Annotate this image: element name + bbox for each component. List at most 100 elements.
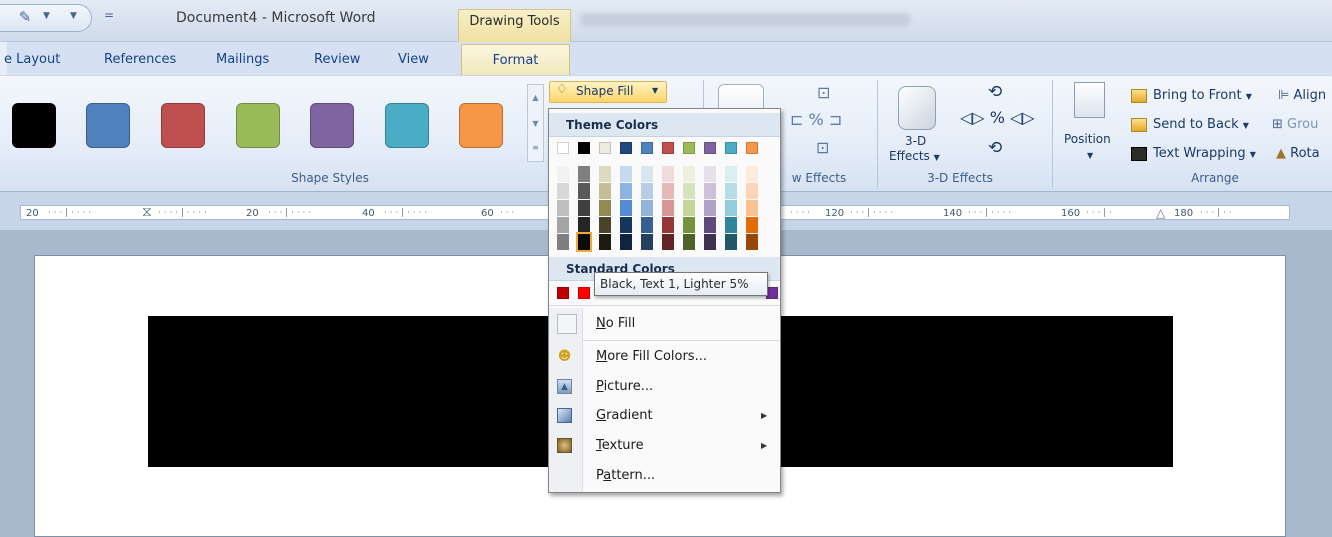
theme-shade-cell[interactable] [641, 217, 653, 233]
theme-shade-cell[interactable] [746, 217, 758, 233]
theme-shade-cell[interactable] [662, 166, 674, 182]
3d-effects-icon[interactable] [898, 86, 936, 130]
theme-shade-cell[interactable] [578, 217, 590, 233]
theme-color-cell[interactable] [641, 142, 653, 154]
tab-references[interactable]: References [104, 52, 176, 67]
theme-shade-cell[interactable] [746, 166, 758, 182]
theme-color-cell[interactable] [620, 142, 632, 154]
shape-style-swatch[interactable] [310, 103, 354, 148]
gallery-up-icon[interactable]: ▲ [528, 85, 543, 111]
tilt-down-icon[interactable]: ⟲ [988, 138, 1002, 158]
pattern-menu-item[interactable]: Pattern... [596, 468, 655, 483]
tab-page-layout[interactable]: e Layout [4, 52, 60, 67]
theme-shade-cell[interactable] [662, 217, 674, 233]
gallery-more-icon[interactable]: ≡ [528, 135, 543, 161]
theme-shade-cell[interactable] [576, 232, 592, 252]
theme-shade-cell[interactable] [725, 183, 737, 199]
theme-shade-cell[interactable] [620, 183, 632, 199]
theme-shade-cell[interactable] [641, 234, 653, 250]
3d-effects-button-label[interactable]: Effects ▼ [889, 149, 940, 163]
theme-shade-cell[interactable] [557, 234, 569, 250]
theme-shade-cell[interactable] [725, 166, 737, 182]
picture-menu-item[interactable]: Picture... [596, 379, 653, 394]
gradient-menu-item[interactable]: Gradient [596, 408, 653, 423]
theme-shade-cell[interactable] [683, 166, 695, 182]
theme-shade-cell[interactable] [620, 166, 632, 182]
theme-shade-cell[interactable] [599, 234, 611, 250]
theme-shade-cell[interactable] [557, 217, 569, 233]
theme-shade-cell[interactable] [704, 183, 716, 199]
theme-shade-cell[interactable] [746, 200, 758, 216]
bring-to-front-button[interactable]: Bring to Front ▼ [1153, 88, 1252, 103]
theme-shade-cell[interactable] [683, 200, 695, 216]
theme-shade-cell[interactable] [683, 234, 695, 250]
shape-style-swatch[interactable] [86, 103, 130, 148]
indent-marker-icon[interactable]: ⧖ [142, 204, 152, 220]
standard-color-cell[interactable] [557, 287, 569, 299]
theme-shade-cell[interactable] [578, 166, 590, 182]
tab-review[interactable]: Review [314, 52, 360, 67]
texture-menu-item[interactable]: Texture [596, 438, 644, 453]
tab-format[interactable]: Format [461, 44, 570, 77]
theme-shade-cell[interactable] [725, 200, 737, 216]
theme-shade-cell[interactable] [704, 166, 716, 182]
chevron-down-icon[interactable]: ▼ [70, 11, 77, 21]
theme-color-cell[interactable] [599, 142, 611, 154]
theme-shade-cell[interactable] [746, 234, 758, 250]
no-fill-menu-item[interactable]: No Fill [596, 316, 635, 331]
theme-color-cell[interactable] [683, 142, 695, 154]
chevron-down-icon[interactable]: ▼ [43, 11, 50, 21]
theme-shade-cell[interactable] [704, 200, 716, 216]
tab-mailings[interactable]: Mailings [216, 52, 269, 67]
right-indent-icon[interactable]: △ [1156, 206, 1165, 220]
theme-shade-cell[interactable] [578, 200, 590, 216]
theme-shade-cell[interactable] [641, 166, 653, 182]
tilt-up-icon[interactable]: ⟲ [988, 82, 1002, 102]
send-to-back-button[interactable]: Send to Back ▼ [1153, 117, 1249, 132]
nudge-shadow-up-icon[interactable]: ⊡ [817, 83, 830, 102]
theme-shade-cell[interactable] [599, 166, 611, 182]
tilt-left-right-icon[interactable]: ◁▷ % ◁▷ [960, 108, 1035, 127]
pen-icon[interactable]: ✎ [10, 8, 40, 26]
theme-shade-cell[interactable] [725, 234, 737, 250]
gallery-scrollbar[interactable]: ▲ ▼ ≡ [527, 84, 544, 162]
position-label[interactable]: Position [1064, 132, 1111, 146]
theme-color-cell[interactable] [557, 142, 569, 154]
position-icon[interactable] [1074, 82, 1105, 118]
theme-shade-cell[interactable] [599, 200, 611, 216]
theme-shade-cell[interactable] [662, 234, 674, 250]
theme-shade-cell[interactable] [557, 200, 569, 216]
text-wrapping-button[interactable]: Text Wrapping ▼ [1153, 146, 1256, 161]
theme-shade-cell[interactable] [557, 183, 569, 199]
theme-shade-cell[interactable] [620, 234, 632, 250]
theme-shade-cell[interactable] [620, 217, 632, 233]
theme-shade-cell[interactable] [662, 200, 674, 216]
theme-shade-cell[interactable] [578, 183, 590, 199]
theme-color-cell[interactable] [746, 142, 758, 154]
customize-quick-access-button[interactable]: = [104, 8, 114, 22]
theme-shade-cell[interactable] [641, 200, 653, 216]
rotate-button[interactable]: ▲ Rota [1276, 146, 1320, 161]
shape-style-swatch[interactable] [12, 103, 56, 148]
tab-view[interactable]: View [398, 52, 429, 67]
theme-shade-cell[interactable] [704, 234, 716, 250]
shape-style-swatch[interactable] [459, 103, 503, 148]
shadow-toggle-icon[interactable]: ⊏ % ⊐ [790, 110, 842, 129]
more-fill-colors-menu-item[interactable]: More Fill Colors... [596, 349, 707, 364]
theme-shade-cell[interactable] [620, 200, 632, 216]
theme-shade-cell[interactable] [557, 166, 569, 182]
shape-style-swatch[interactable] [161, 103, 205, 148]
theme-shade-cell[interactable] [683, 183, 695, 199]
theme-shade-cell[interactable] [599, 217, 611, 233]
theme-shade-cell[interactable] [746, 183, 758, 199]
theme-color-cell[interactable] [704, 142, 716, 154]
nudge-shadow-down-icon[interactable]: ⊡ [816, 138, 829, 157]
theme-shade-cell[interactable] [641, 183, 653, 199]
theme-shade-cell[interactable] [599, 183, 611, 199]
theme-color-cell[interactable] [578, 142, 590, 154]
theme-shade-cell[interactable] [725, 217, 737, 233]
shape-style-swatch[interactable] [385, 103, 429, 148]
standard-color-cell[interactable] [578, 287, 590, 299]
theme-shade-cell[interactable] [704, 217, 716, 233]
theme-color-cell[interactable] [662, 142, 674, 154]
